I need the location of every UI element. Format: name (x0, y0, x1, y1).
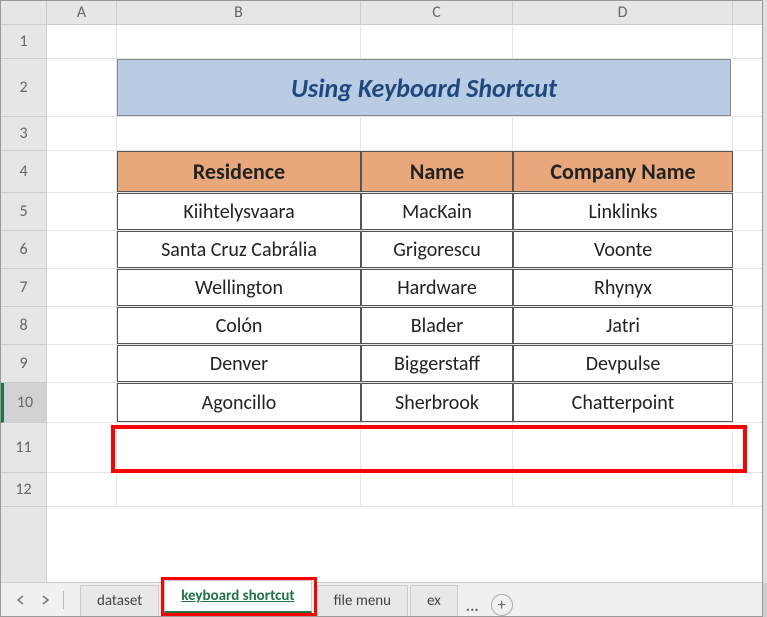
row-header-8[interactable]: 8 (1, 307, 46, 345)
cell-c1[interactable] (361, 25, 513, 58)
row-header-3[interactable]: 3 (1, 117, 46, 151)
row-header-4[interactable]: 4 (1, 151, 46, 193)
row-header-2[interactable]: 2 (1, 59, 46, 117)
tabs-container: dataset keyboard shortcut file menu ex .… (80, 583, 513, 616)
cell-a7[interactable] (47, 269, 117, 306)
tab-nav-prev[interactable] (9, 589, 33, 611)
cell-d7[interactable]: Rhynyx (513, 269, 733, 306)
cell-d10[interactable]: Chatterpoint (513, 383, 733, 422)
cell-a2[interactable] (47, 59, 117, 116)
cell-d1[interactable] (513, 25, 733, 58)
tab-nav-next[interactable] (33, 589, 57, 611)
column-headers-row: A B C D (1, 1, 762, 25)
cell-c12[interactable] (361, 473, 513, 506)
header-name[interactable]: Name (361, 151, 513, 192)
cells-area[interactable]: Using Keyboard Shortcut Residence Name C… (47, 25, 762, 582)
cell-a6[interactable] (47, 231, 117, 268)
cell-c5[interactable]: MacKain (361, 193, 513, 230)
cell-c8[interactable]: Blader (361, 307, 513, 344)
cell-b1[interactable] (117, 25, 361, 58)
col-header-d[interactable]: D (513, 1, 733, 24)
annotation-highlight-row (111, 425, 747, 473)
col-header-a[interactable]: A (47, 1, 117, 24)
header-residence[interactable]: Residence (117, 151, 361, 192)
sheet-tab-bar: dataset keyboard shortcut file menu ex .… (1, 582, 762, 616)
cell-b5[interactable]: Kiihtelysvaara (117, 193, 361, 230)
chevron-left-icon (16, 595, 26, 605)
cell-c6[interactable]: Grigorescu (361, 231, 513, 268)
cell-a9[interactable] (47, 345, 117, 382)
grid-body: 1 2 3 4 5 6 7 8 9 10 11 12 Using Keyboar… (1, 25, 762, 582)
row-header-7[interactable]: 7 (1, 269, 46, 307)
cell-a10[interactable] (47, 383, 117, 422)
cell-b10[interactable]: Agoncillo (117, 383, 361, 422)
header-company[interactable]: Company Name (513, 151, 733, 192)
tab-dataset[interactable]: dataset (80, 585, 159, 616)
cell-b12[interactable] (117, 473, 361, 506)
chevron-right-icon (40, 595, 50, 605)
cell-d9[interactable]: Devpulse (513, 345, 733, 382)
cell-a12[interactable] (47, 473, 117, 506)
cell-a3[interactable] (47, 117, 117, 150)
row-header-1[interactable]: 1 (1, 25, 46, 59)
cell-a11[interactable] (47, 423, 117, 472)
cell-c9[interactable]: Biggerstaff (361, 345, 513, 382)
cell-d12[interactable] (513, 473, 733, 506)
row-headers: 1 2 3 4 5 6 7 8 9 10 11 12 (1, 25, 47, 582)
cell-a5[interactable] (47, 193, 117, 230)
cell-a4[interactable] (47, 151, 117, 192)
new-sheet-button[interactable]: + (491, 594, 513, 616)
vertical-scrollbar[interactable] (763, 0, 767, 583)
col-header-c[interactable]: C (361, 1, 513, 24)
row-header-5[interactable]: 5 (1, 193, 46, 231)
cell-b3[interactable] (117, 117, 361, 150)
row-header-10[interactable]: 10 (1, 383, 46, 423)
row-header-9[interactable]: 9 (1, 345, 46, 383)
cell-c10[interactable]: Sherbrook (361, 383, 513, 422)
cell-b6[interactable]: Santa Cruz Cabrália (117, 231, 361, 268)
title-cell[interactable]: Using Keyboard Shortcut (117, 59, 731, 116)
cell-d8[interactable]: Jatri (513, 307, 733, 344)
cell-b8[interactable]: Colón (117, 307, 361, 344)
cell-b9[interactable]: Denver (117, 345, 361, 382)
cell-d5[interactable]: Linklinks (513, 193, 733, 230)
cell-a8[interactable] (47, 307, 117, 344)
col-header-b[interactable]: B (117, 1, 361, 24)
tab-overflow[interactable]: ... (460, 597, 485, 616)
cell-a1[interactable] (47, 25, 117, 58)
annotation-highlight-tab: keyboard shortcut (161, 577, 316, 616)
tab-ex[interactable]: ex (410, 585, 458, 616)
row-header-11[interactable]: 11 (1, 423, 46, 473)
select-all-corner[interactable] (1, 1, 47, 24)
nav-separator (63, 591, 64, 609)
cell-d3[interactable] (513, 117, 733, 150)
tab-keyboard-shortcut[interactable]: keyboard shortcut (164, 580, 311, 613)
row-header-12[interactable]: 12 (1, 473, 46, 507)
excel-workbook: A B C D 1 2 3 4 5 6 7 8 9 10 11 12 (0, 0, 763, 617)
row-header-6[interactable]: 6 (1, 231, 46, 269)
cell-c3[interactable] (361, 117, 513, 150)
cell-b7[interactable]: Wellington (117, 269, 361, 306)
tab-file-menu[interactable]: file menu (317, 585, 408, 616)
cell-c7[interactable]: Hardware (361, 269, 513, 306)
cell-d6[interactable]: Voonte (513, 231, 733, 268)
plus-icon: + (498, 596, 506, 615)
